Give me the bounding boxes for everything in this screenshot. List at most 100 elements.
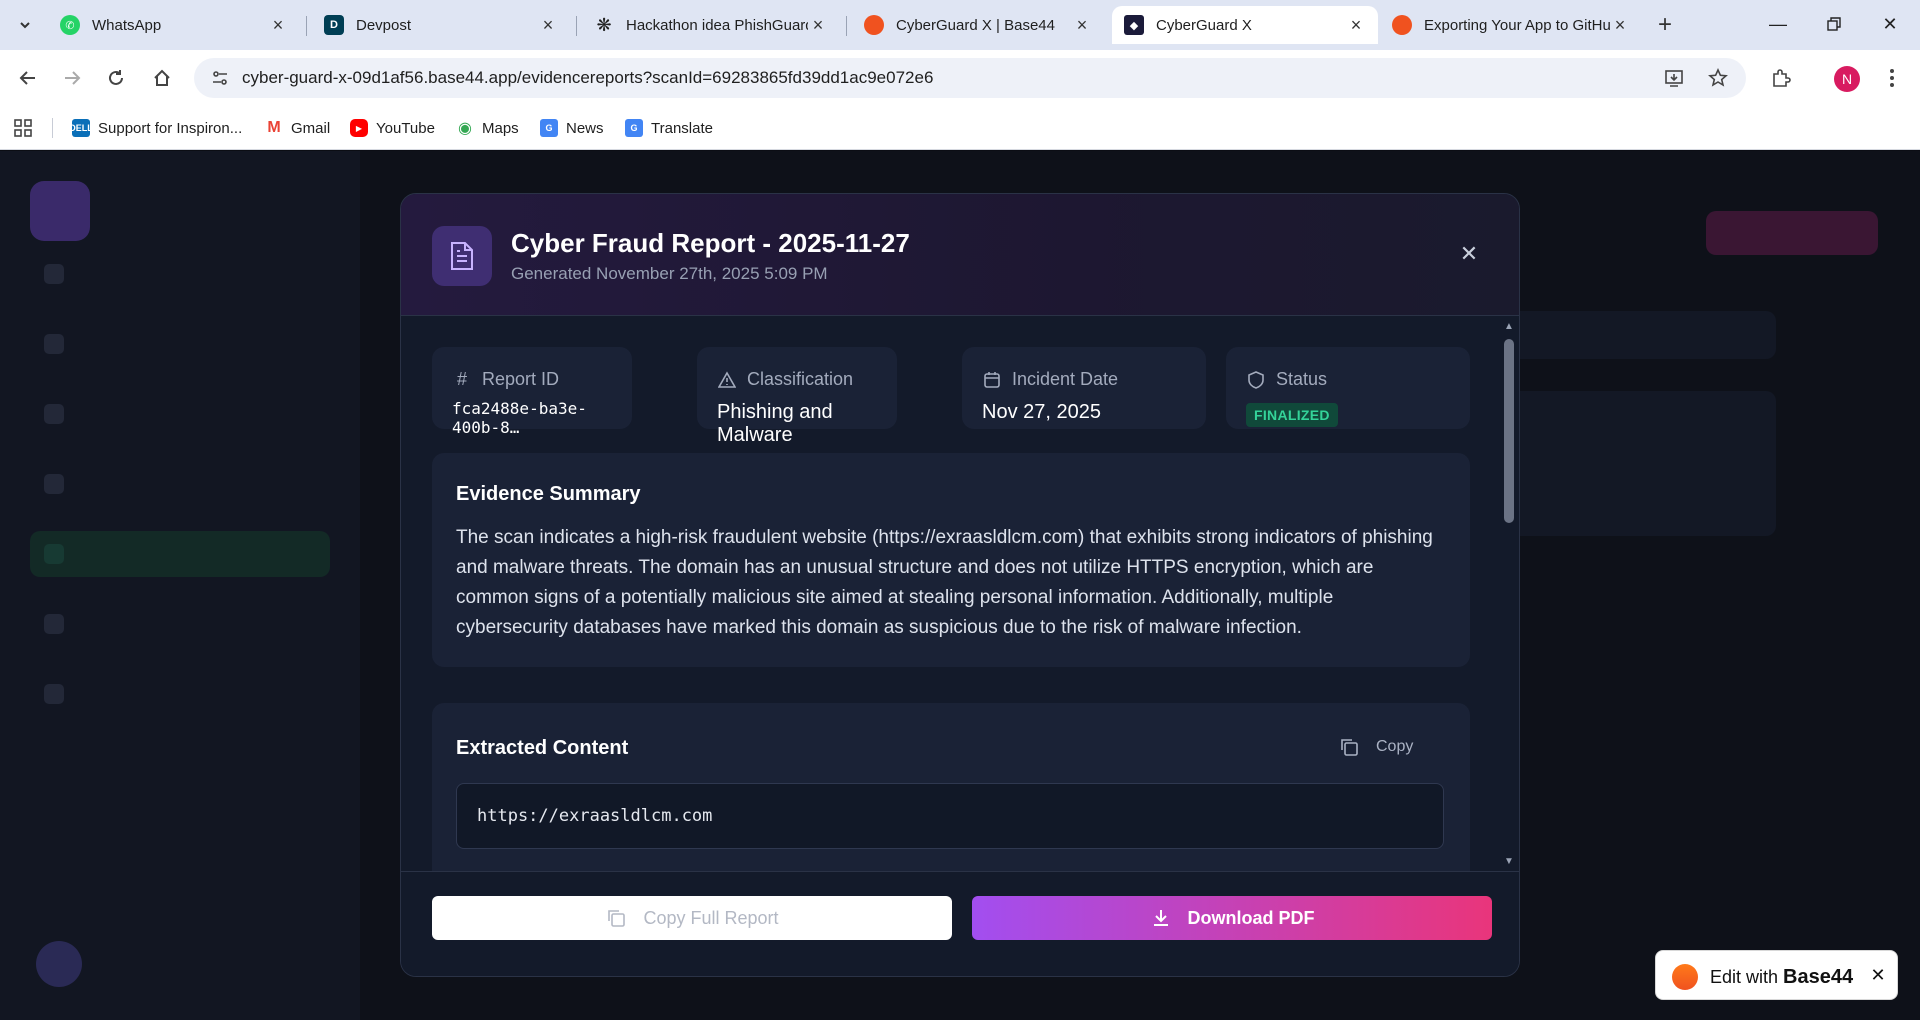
- user-avatar: [36, 941, 82, 987]
- incident-date-card: Incident Date Nov 27, 2025: [962, 347, 1206, 429]
- sidebar-item-active: [30, 531, 330, 577]
- tab-close-icon[interactable]: ×: [538, 15, 558, 35]
- tab-separator: [576, 16, 577, 36]
- bookmark-support-inspiron[interactable]: DELL Support for Inspiron...: [69, 116, 243, 140]
- copy-button[interactable]: Copy: [1338, 735, 1413, 759]
- tab-close-icon[interactable]: ×: [1610, 15, 1630, 35]
- sidebar-item-3: [30, 391, 330, 437]
- extracted-content-card: Extracted Content Copy https://exraasldl…: [432, 703, 1470, 871]
- tab-close-icon[interactable]: ×: [808, 15, 828, 35]
- base44-icon: [864, 15, 884, 35]
- tab-cyberguard-base44[interactable]: CyberGuard X | Base44 ×: [852, 6, 1104, 44]
- bookmark-maps[interactable]: ◉ Maps: [456, 116, 519, 140]
- calendar-icon: [982, 370, 1002, 390]
- bookmark-label: News: [566, 119, 604, 137]
- tab-cyberguard-active[interactable]: ◆ CyberGuard X ×: [1112, 6, 1378, 44]
- back-icon[interactable]: [12, 62, 44, 94]
- copy-full-report-label: Copy Full Report: [643, 907, 779, 928]
- forward-icon[interactable]: [56, 62, 88, 94]
- base44-brand: Base44: [1783, 966, 1854, 988]
- tab-title: CyberGuard X: [1156, 16, 1252, 34]
- status-card: Status FINALIZED: [1226, 347, 1470, 429]
- profile-avatar[interactable]: N: [1834, 66, 1860, 92]
- close-icon[interactable]: ✕: [1457, 241, 1481, 266]
- tab-exporting-app[interactable]: Exporting Your App to GitHub ×: [1380, 6, 1642, 44]
- site-info-icon[interactable]: [206, 64, 234, 92]
- home-icon[interactable]: [146, 62, 178, 94]
- cyberguard-icon: ◆: [1124, 15, 1144, 35]
- tab-search-chevron-icon[interactable]: [10, 10, 40, 40]
- sidebar-item-6: [30, 601, 330, 647]
- minimize-icon[interactable]: —: [1758, 8, 1798, 40]
- extracted-content-title: Extracted Content: [456, 737, 629, 759]
- restore-icon[interactable]: [1814, 8, 1854, 40]
- classification-value: Phishing and Malware: [717, 401, 833, 446]
- new-tab-button[interactable]: +: [1650, 10, 1680, 40]
- bookmark-news[interactable]: G News: [540, 116, 604, 140]
- reload-icon[interactable]: [100, 62, 132, 94]
- bookmark-star-icon[interactable]: [1704, 64, 1732, 92]
- warning-triangle-icon: [717, 370, 737, 390]
- edit-with-base44-badge[interactable]: Edit with Base44 ✕: [1655, 950, 1898, 1000]
- browser-toolbar: cyber-guard-x-09d1af56.base44.app/eviden…: [0, 50, 1920, 106]
- modal-title: Cyber Fraud Report - 2025-11-27: [511, 228, 910, 258]
- classification-label: Classification: [717, 369, 853, 390]
- browser-tab-bar: ✆ WhatsApp × D Devpost × ❋ Hackathon ide…: [0, 0, 1920, 50]
- bookmark-translate[interactable]: G Translate: [625, 116, 713, 140]
- translate-icon: G: [625, 119, 643, 137]
- tab-close-icon[interactable]: ×: [1072, 15, 1092, 35]
- bookmark-gmail[interactable]: M Gmail: [265, 116, 330, 140]
- download-pdf-label: Download PDF: [1187, 907, 1315, 928]
- whatsapp-icon: ✆: [60, 15, 80, 35]
- base44-prefix: Edit with: [1710, 967, 1779, 987]
- modal-scrollbar[interactable]: ▲ ▼: [1501, 317, 1517, 871]
- incident-date-value: Nov 27, 2025: [982, 401, 1101, 423]
- bookmark-label: Gmail: [291, 119, 331, 137]
- sidebar-item-4: [30, 461, 330, 507]
- evidence-summary-text: The scan indicates a high-risk fraudulen…: [456, 527, 1433, 638]
- base44-badge-text: Edit with Base44: [1710, 966, 1853, 989]
- copy-full-report-button[interactable]: Copy Full Report: [432, 896, 952, 940]
- tab-whatsapp[interactable]: ✆ WhatsApp ×: [48, 6, 300, 44]
- bookmark-label: Maps: [482, 119, 519, 137]
- tab-close-icon[interactable]: ×: [1346, 15, 1366, 35]
- bookmark-youtube[interactable]: ▶ YouTube: [350, 116, 435, 140]
- address-bar[interactable]: cyber-guard-x-09d1af56.base44.app/eviden…: [194, 58, 1746, 98]
- bookmark-label: Support for Inspiron...: [98, 119, 243, 137]
- devpost-icon: D: [324, 15, 344, 35]
- close-window-icon[interactable]: ✕: [1870, 8, 1910, 40]
- background-card: [1480, 391, 1776, 536]
- scroll-down-arrow-icon[interactable]: ▼: [1503, 855, 1515, 867]
- bookmark-label: YouTube: [376, 119, 435, 137]
- modal-header: Cyber Fraud Report - 2025-11-27 Generate…: [401, 194, 1519, 316]
- bookmarks-bar: DELL Support for Inspiron... M Gmail ▶ Y…: [0, 106, 1920, 150]
- maps-icon: ◉: [458, 120, 472, 137]
- modal-subtitle: Generated November 27th, 2025 5:09 PM: [511, 264, 828, 283]
- incident-date-label: Incident Date: [982, 369, 1118, 390]
- tab-close-icon[interactable]: ×: [268, 15, 288, 35]
- menu-kebab-icon[interactable]: [1876, 62, 1908, 94]
- tab-hackathon-idea[interactable]: ❋ Hackathon idea PhishGuard ×: [582, 6, 840, 44]
- install-app-icon[interactable]: [1660, 64, 1688, 92]
- modal-body[interactable]: # Report ID fca2488e-ba3e-400b-8… Classi…: [401, 317, 1519, 871]
- scrollbar-thumb[interactable]: [1504, 339, 1514, 523]
- address-url: cyber-guard-x-09d1af56.base44.app/eviden…: [242, 68, 934, 87]
- apps-grid-icon[interactable]: [14, 116, 32, 140]
- download-icon: [1150, 907, 1172, 929]
- bookmarks-divider: [52, 118, 53, 138]
- extensions-icon[interactable]: [1765, 62, 1797, 94]
- scroll-up-arrow-icon[interactable]: ▲: [1503, 320, 1515, 332]
- modal-footer: Copy Full Report Download PDF: [401, 871, 1519, 976]
- base44-icon: [1392, 15, 1412, 35]
- app-logo: [30, 181, 90, 241]
- extracted-content-box[interactable]: https://exraasldlcm.com: [456, 783, 1444, 849]
- download-pdf-button[interactable]: Download PDF: [972, 896, 1492, 940]
- evidence-summary-title: Evidence Summary: [456, 483, 641, 505]
- tab-title: Exporting Your App to GitHub: [1424, 16, 1610, 34]
- close-icon[interactable]: ✕: [1868, 965, 1888, 985]
- status-label: Status: [1246, 369, 1327, 390]
- openai-icon: ❋: [596, 14, 612, 35]
- tab-devpost[interactable]: D Devpost ×: [312, 6, 570, 44]
- info-label-text: Status: [1276, 369, 1328, 389]
- status-badge: FINALIZED: [1246, 403, 1338, 427]
